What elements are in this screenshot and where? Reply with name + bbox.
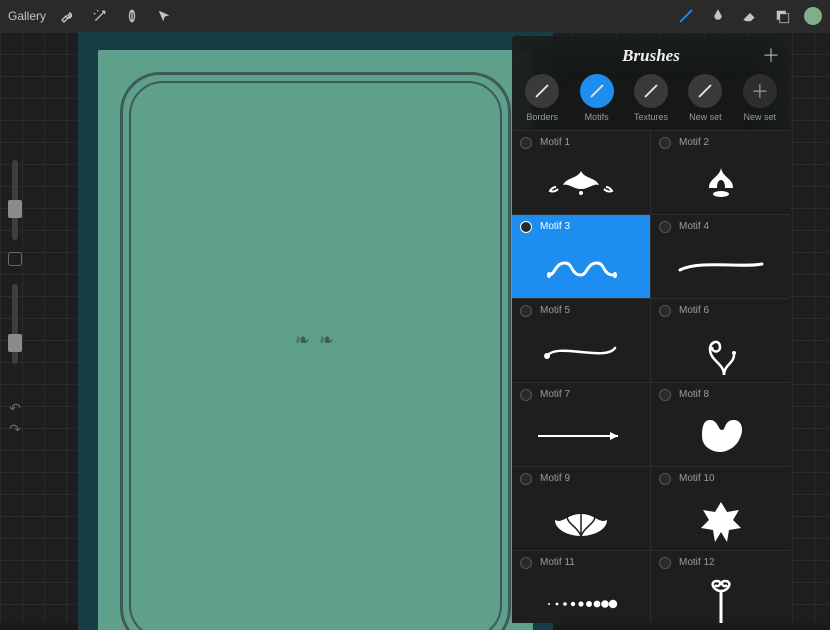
brush-label: Motif 11 xyxy=(512,551,650,573)
left-sliders xyxy=(4,160,26,430)
brush-preview xyxy=(512,153,650,214)
brush-motif-9[interactable]: Motif 9 xyxy=(512,467,651,551)
brush-motif-8[interactable]: Motif 8 xyxy=(651,383,790,467)
brush-motif-12[interactable]: Motif 12 xyxy=(651,551,790,623)
brush-preview xyxy=(651,237,790,298)
brush-set-label: Textures xyxy=(634,112,668,122)
brush-set-new-set[interactable]: ＋New set xyxy=(736,74,784,122)
brush-set-motifs[interactable]: Motifs xyxy=(572,74,620,122)
brush-radio[interactable] xyxy=(520,473,532,485)
opacity-slider[interactable] xyxy=(12,284,18,364)
brush-radio[interactable] xyxy=(659,305,671,317)
brush-radio[interactable] xyxy=(659,221,671,233)
wand-icon[interactable] xyxy=(90,6,110,26)
brush-preview xyxy=(651,573,790,623)
brush-motif-10[interactable]: Motif 10 xyxy=(651,467,790,551)
brush-preview xyxy=(512,237,650,298)
select-icon[interactable] xyxy=(122,6,142,26)
brush-motif-6[interactable]: Motif 6 xyxy=(651,299,790,383)
brush-motif-2[interactable]: Motif 2 xyxy=(651,131,790,215)
brush-set-borders[interactable]: Borders xyxy=(518,74,566,122)
eraser-icon[interactable] xyxy=(740,6,760,26)
brush-label: Motif 1 xyxy=(512,131,650,153)
brush-preview xyxy=(651,153,790,214)
brush-motif-4[interactable]: Motif 4 xyxy=(651,215,790,299)
brush-motif-3[interactable]: Motif 3 xyxy=(512,215,651,299)
brush-label: Motif 7 xyxy=(512,383,650,405)
brush-motif-1[interactable]: Motif 1 xyxy=(512,131,651,215)
color-swatch[interactable] xyxy=(804,7,822,25)
brush-preview xyxy=(651,489,790,550)
brush-label: Motif 8 xyxy=(651,383,790,405)
brush-radio[interactable] xyxy=(659,473,671,485)
brush-set-label: Motifs xyxy=(585,112,609,122)
brush-set-label: Borders xyxy=(526,112,558,122)
brush-set-new-set[interactable]: New set xyxy=(681,74,729,122)
brush-radio[interactable] xyxy=(520,389,532,401)
brush-preview xyxy=(512,489,650,550)
brush-set-tabs: BordersMotifsTexturesNew set＋New set xyxy=(512,72,790,130)
wrench-icon[interactable] xyxy=(58,6,78,26)
brush-label: Motif 4 xyxy=(651,215,790,237)
brush-label: Motif 12 xyxy=(651,551,790,573)
brush-label: Motif 9 xyxy=(512,467,650,489)
canvas-center-motif: ❧ ❧ xyxy=(295,330,336,351)
brush-preview xyxy=(651,321,790,382)
brush-set-label: New set xyxy=(744,112,777,122)
brush-label: Motif 5 xyxy=(512,299,650,321)
brush-radio[interactable] xyxy=(659,557,671,569)
redo-icon[interactable]: ↷ xyxy=(9,421,21,438)
gallery-link[interactable]: Gallery xyxy=(8,9,46,23)
layers-icon[interactable] xyxy=(772,6,792,26)
brush-motif-7[interactable]: Motif 7 xyxy=(512,383,651,467)
top-toolbar: Gallery xyxy=(0,0,830,32)
brush-radio[interactable] xyxy=(659,137,671,149)
brushes-panel: Brushes ＋ BordersMotifsTexturesNew set＋N… xyxy=(512,36,790,623)
modifier-button[interactable] xyxy=(8,252,22,266)
brush-icon[interactable] xyxy=(676,6,696,26)
brush-motif-5[interactable]: Motif 5 xyxy=(512,299,651,383)
brush-motif-11[interactable]: Motif 11 xyxy=(512,551,651,623)
brush-label: Motif 6 xyxy=(651,299,790,321)
brush-set-label: New set xyxy=(689,112,722,122)
add-brush-icon[interactable]: ＋ xyxy=(762,46,780,64)
brush-label: Motif 2 xyxy=(651,131,790,153)
artwork-canvas[interactable]: ❧ ❧ xyxy=(78,30,553,630)
brush-preview xyxy=(512,573,650,623)
brush-label: Motif 3 xyxy=(512,215,650,237)
brush-preview xyxy=(512,321,650,382)
brush-label: Motif 10 xyxy=(651,467,790,489)
smudge-icon[interactable] xyxy=(708,6,728,26)
cursor-icon[interactable] xyxy=(154,6,174,26)
brush-radio[interactable] xyxy=(520,557,532,569)
brush-size-slider[interactable] xyxy=(12,160,18,240)
brush-preview xyxy=(512,405,650,466)
brush-radio[interactable] xyxy=(520,305,532,317)
brush-radio[interactable] xyxy=(520,221,532,233)
panel-title: Brushes xyxy=(524,46,778,66)
brush-set-textures[interactable]: Textures xyxy=(627,74,675,122)
brush-radio[interactable] xyxy=(659,389,671,401)
brush-preview xyxy=(651,405,790,466)
undo-icon[interactable]: ↶ xyxy=(9,400,21,417)
brush-grid: Motif 1Motif 2Motif 3Motif 4Motif 5Motif… xyxy=(512,130,790,623)
brush-radio[interactable] xyxy=(520,137,532,149)
